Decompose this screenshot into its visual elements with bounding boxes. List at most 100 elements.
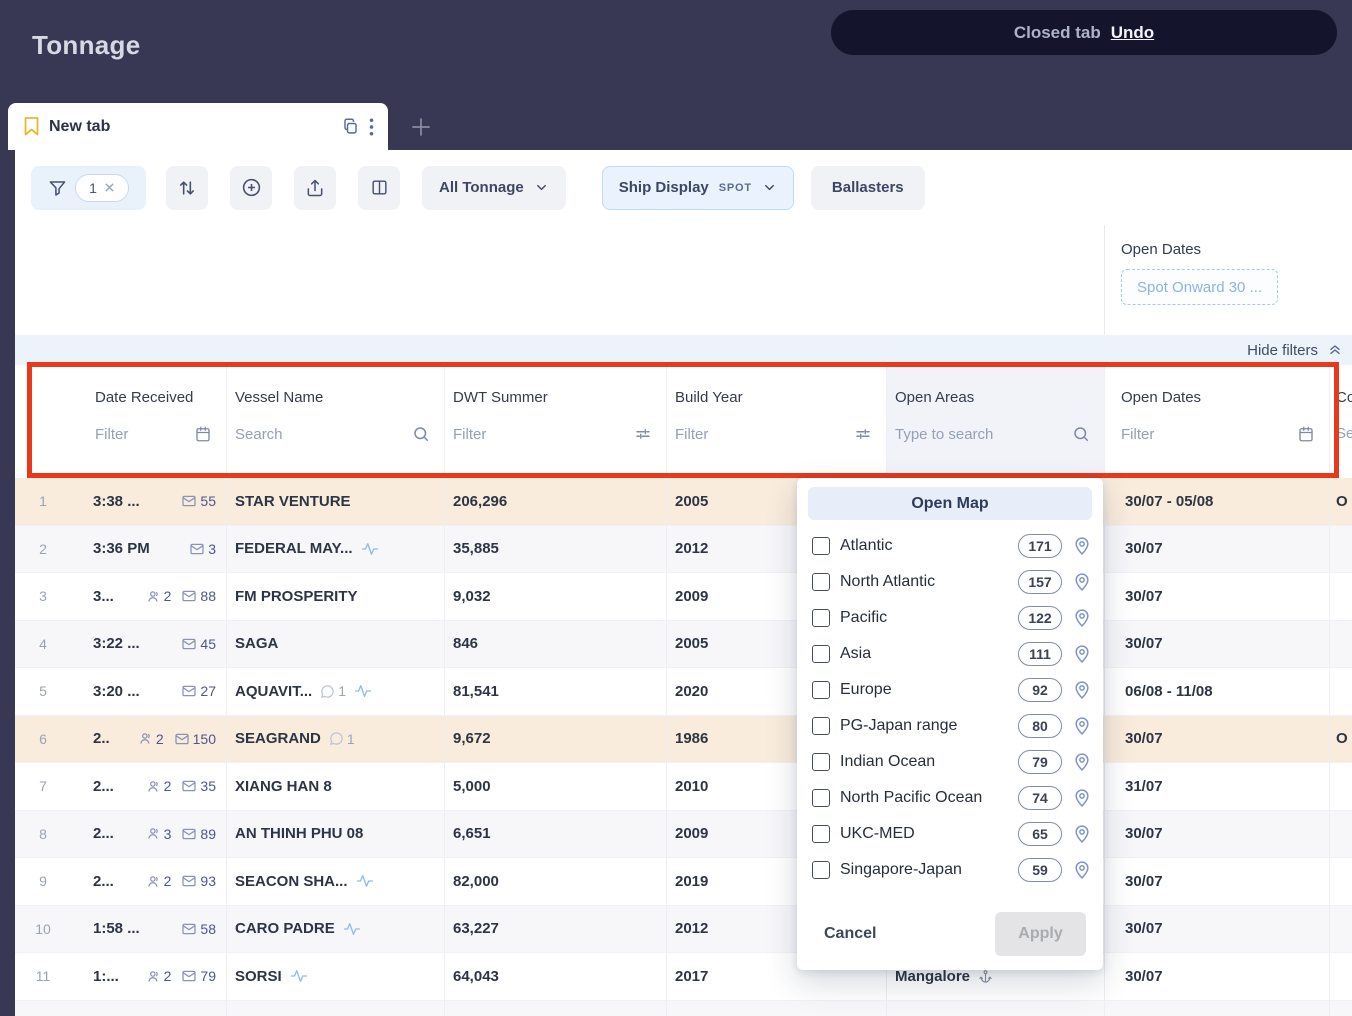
search-icon[interactable]	[412, 425, 430, 443]
export-button[interactable]	[294, 166, 336, 210]
calendar-icon[interactable]	[1297, 425, 1315, 443]
map-pin-icon[interactable]	[1072, 752, 1092, 772]
area-checkbox[interactable]	[812, 573, 830, 591]
vessel-cell[interactable]: AQUAVIT... 1	[227, 668, 445, 715]
sliders-icon[interactable]	[634, 425, 652, 443]
message-count: 58	[200, 921, 216, 937]
search-icon[interactable]	[1072, 425, 1090, 443]
table-row[interactable]: 12 1:4... THUAN PHU... 39,105 2013 Bangk…	[15, 1001, 1352, 1016]
open-dates-filter-chip[interactable]: Spot Onward 30 ...	[1121, 269, 1278, 305]
row-meta: 45	[174, 636, 216, 652]
table-row[interactable]: 1 3:38 ... 55 STAR VENTURE 206,296 2005 …	[15, 478, 1352, 526]
map-pin-icon[interactable]	[1072, 572, 1092, 592]
open-dates-cell: 30/07	[1105, 526, 1330, 573]
open-area-option[interactable]: UKC-MED 65	[808, 816, 1092, 852]
table-row[interactable]: 11 1:... 2 79 SORSI 64,043 2017	[15, 953, 1352, 1001]
area-checkbox[interactable]	[812, 537, 830, 555]
vessel-cell[interactable]: SEAGRAND 1	[227, 716, 445, 763]
vessel-cell[interactable]: SEACON SHA...	[227, 858, 445, 905]
clear-filter-icon[interactable]	[104, 182, 115, 193]
open-map-button[interactable]: Open Map	[808, 487, 1092, 520]
table-row[interactable]: 7 2... 2 35 XIANG HAN 8 5,000 2010	[15, 763, 1352, 811]
add-tab-button[interactable]	[406, 112, 436, 142]
dwt-filter-input[interactable]: Filter	[453, 425, 666, 443]
time-received: 3:22 ...	[93, 635, 140, 652]
open-area-option[interactable]: Indian Ocean 79	[808, 744, 1092, 780]
table-row[interactable]: 8 2... 3 89 AN THINH PHU 08 6,651 2009	[15, 811, 1352, 859]
open-area-option[interactable]: North Atlantic 157	[808, 564, 1092, 600]
table-row[interactable]: 3 3... 2 88 FM PROSPERITY 9,032 2009	[15, 573, 1352, 621]
vessel-cell[interactable]: FEDERAL MAY...	[227, 526, 445, 573]
area-checkbox[interactable]	[812, 681, 830, 699]
area-checkbox[interactable]	[812, 825, 830, 843]
area-checkbox[interactable]	[812, 861, 830, 879]
sliders-icon[interactable]	[854, 425, 872, 443]
tab-new-tab[interactable]: New tab	[8, 103, 388, 150]
apply-button[interactable]: Apply	[995, 912, 1086, 956]
filter-count-badge[interactable]: 1	[75, 174, 129, 202]
area-checkbox[interactable]	[812, 717, 830, 735]
map-pin-icon[interactable]	[1072, 716, 1092, 736]
sort-button[interactable]	[166, 166, 208, 210]
vessel-cell[interactable]: XIANG HAN 8	[227, 763, 445, 810]
date-received-cell: 3:36 PM 3	[71, 526, 227, 573]
ballasters-button[interactable]: Ballasters	[811, 166, 925, 210]
view-selector-dropdown[interactable]: All Tonnage	[422, 166, 566, 210]
date-received-filter-input[interactable]: Filter	[95, 425, 226, 443]
plus-circle-icon	[241, 177, 262, 198]
table-row[interactable]: 5 3:20 ... 27 AQUAVIT... 1	[15, 668, 1352, 716]
area-checkbox[interactable]	[812, 609, 830, 627]
open-area-option[interactable]: North Pacific Ocean 74	[808, 780, 1092, 816]
open-area-option[interactable]: Europe 92	[808, 672, 1092, 708]
table-row[interactable]: 2 3:36 PM 3 FEDERAL MAY... 35,885 2012	[15, 526, 1352, 574]
calendar-icon[interactable]	[194, 425, 212, 443]
map-pin-icon[interactable]	[1072, 680, 1092, 700]
vessel-cell[interactable]: CARO PADRE	[227, 906, 445, 953]
vessel-cell[interactable]: AN THINH PHU 08	[227, 811, 445, 858]
cancel-button[interactable]: Cancel	[824, 925, 876, 943]
row-meta: 27	[174, 683, 216, 699]
message-count: 3	[208, 541, 216, 557]
vessel-cell[interactable]: SORSI	[227, 953, 445, 1000]
build-year-cell: 2013	[667, 1001, 887, 1016]
open-area-option[interactable]: PG-Japan range 80	[808, 708, 1092, 744]
vessel-cell[interactable]: SAGA	[227, 621, 445, 668]
filter-button[interactable]: 1	[31, 166, 146, 210]
vessel-cell[interactable]: THUAN PHU...	[227, 1001, 445, 1016]
vessel-cell[interactable]: FM PROSPERITY	[227, 573, 445, 620]
map-pin-icon[interactable]	[1072, 608, 1092, 628]
hide-filters-link[interactable]: Hide filters	[1247, 342, 1318, 359]
partial-filter-input[interactable]: Se	[1336, 425, 1352, 442]
map-pin-icon[interactable]	[1072, 536, 1092, 556]
map-pin-icon[interactable]	[1072, 788, 1092, 808]
build-year-filter-input[interactable]: Filter	[675, 425, 886, 443]
open-area-option[interactable]: Pacific 122	[808, 600, 1092, 636]
export-icon	[305, 178, 325, 198]
add-button[interactable]	[230, 166, 272, 210]
double-chevron-up-icon[interactable]	[1327, 342, 1343, 358]
open-area-option[interactable]: Singapore-Japan 59	[808, 852, 1092, 888]
undo-link[interactable]: Undo	[1111, 23, 1154, 43]
table-row[interactable]: 10 1:58 ... 58 CARO PADRE 63,227 2012	[15, 906, 1352, 954]
table-row[interactable]: 4 3:22 ... 45 SAGA 846 2005 30/07	[15, 621, 1352, 669]
vessel-name-search-input[interactable]: Search	[235, 425, 444, 443]
open-areas-search-input[interactable]: Type to search	[895, 425, 1104, 443]
ship-display-dropdown[interactable]: Ship Display SPOT	[602, 166, 794, 210]
map-pin-icon[interactable]	[1072, 824, 1092, 844]
table-row[interactable]: 9 2... 2 93 SEACON SHA... 82,000 2019	[15, 858, 1352, 906]
area-checkbox[interactable]	[812, 753, 830, 771]
columns-button[interactable]	[358, 166, 400, 210]
tab-menu-kebab-icon[interactable]	[369, 118, 374, 136]
table-row[interactable]: 6 2.. 2 150 SEAGRAND 1	[15, 716, 1352, 764]
area-checkbox[interactable]	[812, 645, 830, 663]
message-count: 89	[200, 826, 216, 842]
vessel-cell[interactable]: STAR VENTURE	[227, 478, 445, 525]
open-area-option[interactable]: Asia 111	[808, 636, 1092, 672]
open-area-option[interactable]: Atlantic 171	[808, 528, 1092, 564]
duplicate-tab-icon[interactable]	[342, 118, 359, 135]
activity-pulse-icon	[354, 683, 372, 699]
area-checkbox[interactable]	[812, 789, 830, 807]
map-pin-icon[interactable]	[1072, 860, 1092, 880]
open-dates-filter-input[interactable]: Filter	[1121, 425, 1329, 443]
map-pin-icon[interactable]	[1072, 644, 1092, 664]
